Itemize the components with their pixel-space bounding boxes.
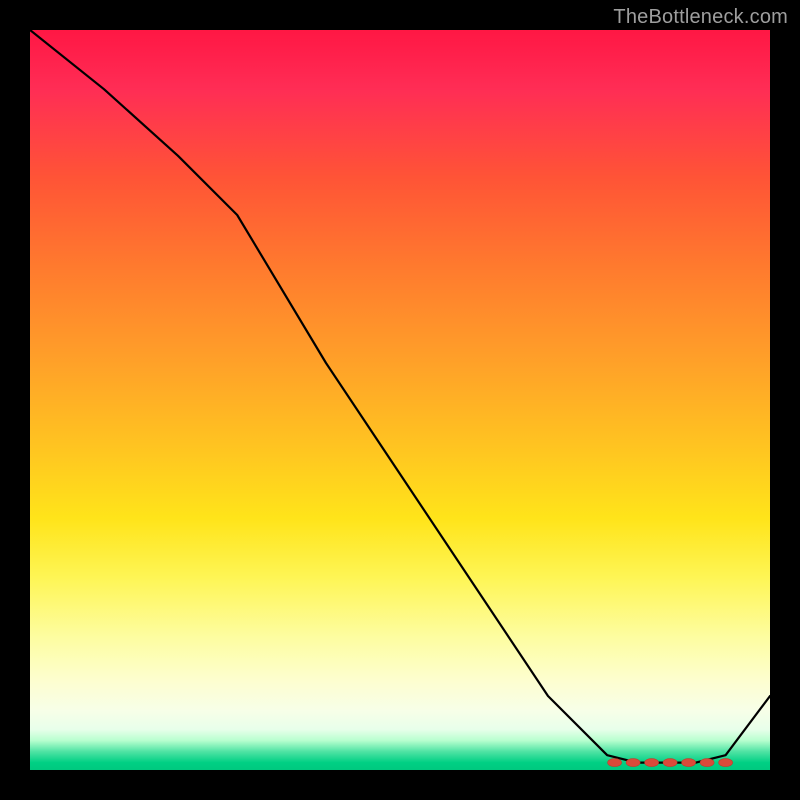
optimal-marker — [645, 759, 659, 767]
chart-container: TheBottleneck.com — [0, 0, 800, 800]
watermark-label: TheBottleneck.com — [613, 6, 788, 29]
chart-overlay-svg — [30, 30, 770, 770]
optimal-marker — [719, 759, 733, 767]
bottleneck-curve-line — [30, 30, 770, 763]
optimal-marker — [626, 759, 640, 767]
optimal-marker — [700, 759, 714, 767]
optimal-marker — [663, 759, 677, 767]
optimal-marker — [682, 759, 696, 767]
optimal-marker — [608, 759, 622, 767]
